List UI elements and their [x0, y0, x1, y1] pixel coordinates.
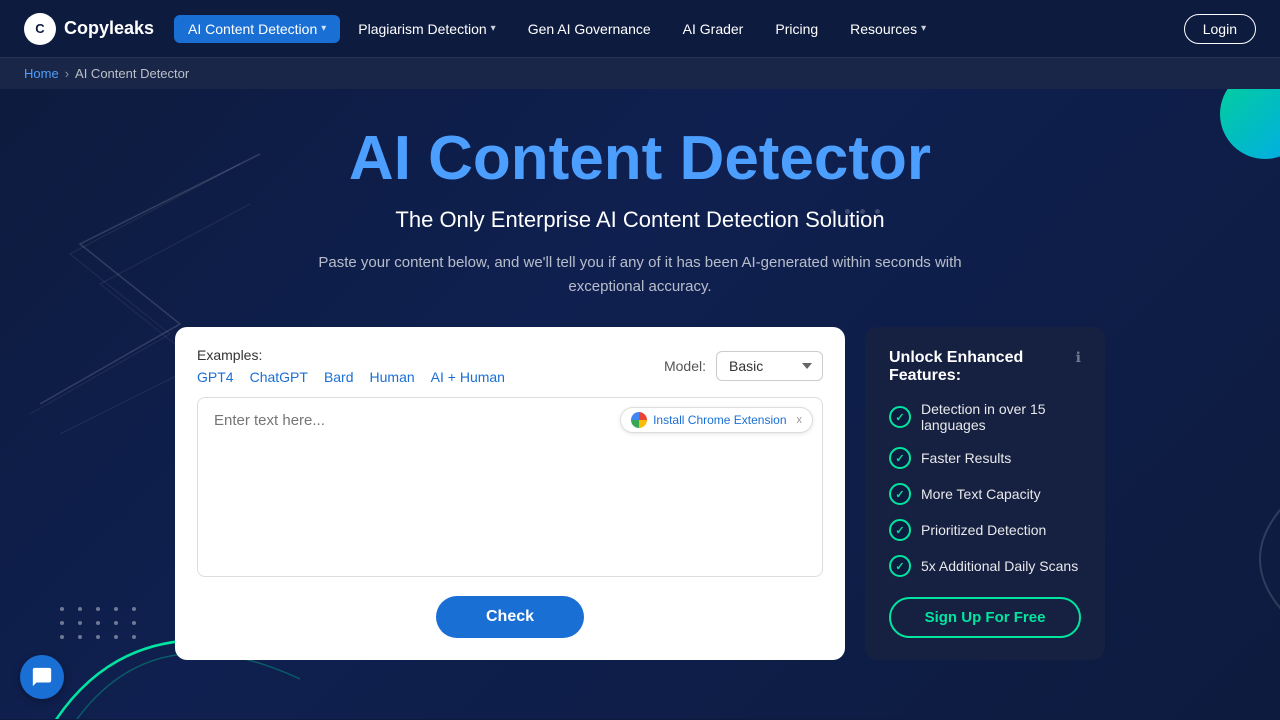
login-button[interactable]: Login	[1184, 14, 1256, 44]
hero-title: AI Content Detector	[290, 125, 990, 193]
nav-label: AI Grader	[683, 21, 744, 37]
chevron-down-icon: ▾	[321, 23, 326, 34]
feature-label: Faster Results	[921, 450, 1011, 466]
logo[interactable]: C Copyleaks	[24, 13, 154, 45]
nav-label: Pricing	[775, 21, 818, 37]
card-top: Examples: GPT4 ChatGPT Bard Human AI + H…	[197, 347, 823, 385]
feature-item-daily-scans: ✓ 5x Additional Daily Scans	[889, 555, 1081, 577]
hero-description: Paste your content below, and we'll tell…	[300, 251, 980, 299]
deco-circle-top-right	[1220, 89, 1280, 159]
breadcrumb-separator: ›	[65, 66, 69, 81]
breadcrumb-home[interactable]: Home	[24, 66, 59, 81]
hero-content: AI Content Detector The Only Enterprise …	[290, 125, 990, 299]
check-icon: ✓	[889, 483, 911, 505]
example-chatgpt[interactable]: ChatGPT	[250, 369, 308, 385]
nav-item-plagiarism[interactable]: Plagiarism Detection ▾	[344, 15, 509, 43]
feature-label: 5x Additional Daily Scans	[921, 558, 1078, 574]
example-gpt4[interactable]: GPT4	[197, 369, 234, 385]
navigation: C Copyleaks AI Content Detection ▾ Plagi…	[0, 0, 1280, 58]
nav-label: Resources	[850, 21, 917, 37]
example-ai-human[interactable]: AI + Human	[431, 369, 505, 385]
model-selector: Model: Basic Standard Advanced	[664, 351, 823, 381]
features-title: Unlock Enhanced Features:	[889, 349, 1076, 385]
info-icon[interactable]: ℹ	[1076, 349, 1081, 366]
chat-icon	[31, 666, 53, 688]
check-icon: ✓	[889, 406, 911, 428]
breadcrumb-current: AI Content Detector	[75, 66, 189, 81]
detector-card: Examples: GPT4 ChatGPT Bard Human AI + H…	[175, 327, 845, 660]
breadcrumb: Home › AI Content Detector	[0, 58, 1280, 89]
model-label: Model:	[664, 358, 706, 374]
nav-label: Plagiarism Detection	[358, 21, 486, 37]
hero-section: AI Content Detector The Only Enterprise …	[0, 89, 1280, 719]
chevron-down-icon: ▾	[921, 23, 926, 34]
text-area-wrapper: Install Chrome Extension x	[197, 397, 823, 582]
main-row: Examples: GPT4 ChatGPT Bard Human AI + H…	[40, 327, 1240, 660]
example-bard[interactable]: Bard	[324, 369, 354, 385]
nav-item-pricing[interactable]: Pricing	[761, 15, 832, 43]
close-icon[interactable]: x	[797, 414, 803, 426]
feature-item-languages: ✓ Detection in over 15 languages	[889, 401, 1081, 433]
chrome-extension-badge[interactable]: Install Chrome Extension x	[620, 407, 813, 433]
feature-label: More Text Capacity	[921, 486, 1041, 502]
logo-text: Copyleaks	[64, 18, 154, 39]
feature-label: Prioritized Detection	[921, 522, 1046, 538]
nav-item-ai-content-detection[interactable]: AI Content Detection ▾	[174, 15, 340, 43]
feature-label: Detection in over 15 languages	[921, 401, 1081, 433]
model-select[interactable]: Basic Standard Advanced	[716, 351, 823, 381]
nav-items: AI Content Detection ▾ Plagiarism Detect…	[174, 15, 1184, 43]
hero-subtitle: The Only Enterprise AI Content Detection…	[290, 207, 990, 233]
chrome-icon	[631, 412, 647, 428]
examples-section: Examples: GPT4 ChatGPT Bard Human AI + H…	[197, 347, 505, 385]
examples-label: Examples:	[197, 347, 262, 363]
chevron-down-icon: ▾	[491, 23, 496, 34]
signup-button[interactable]: Sign Up For Free	[889, 597, 1081, 638]
logo-icon: C	[24, 13, 56, 45]
check-button[interactable]: Check	[436, 596, 584, 638]
features-card: Unlock Enhanced Features: ℹ ✓ Detection …	[865, 327, 1105, 660]
feature-item-faster: ✓ Faster Results	[889, 447, 1081, 469]
check-icon: ✓	[889, 555, 911, 577]
nav-label: AI Content Detection	[188, 21, 317, 37]
nav-label: Gen AI Governance	[528, 21, 651, 37]
check-icon: ✓	[889, 447, 911, 469]
nav-item-ai-grader[interactable]: AI Grader	[669, 15, 758, 43]
examples-links: GPT4 ChatGPT Bard Human AI + Human	[197, 369, 505, 385]
feature-item-capacity: ✓ More Text Capacity	[889, 483, 1081, 505]
chrome-ext-label: Install Chrome Extension	[653, 413, 786, 427]
check-icon: ✓	[889, 519, 911, 541]
example-human[interactable]: Human	[370, 369, 415, 385]
chat-bubble-button[interactable]	[20, 655, 64, 699]
feature-item-prioritized: ✓ Prioritized Detection	[889, 519, 1081, 541]
nav-item-gen-ai[interactable]: Gen AI Governance	[514, 15, 665, 43]
nav-item-resources[interactable]: Resources ▾	[836, 15, 940, 43]
